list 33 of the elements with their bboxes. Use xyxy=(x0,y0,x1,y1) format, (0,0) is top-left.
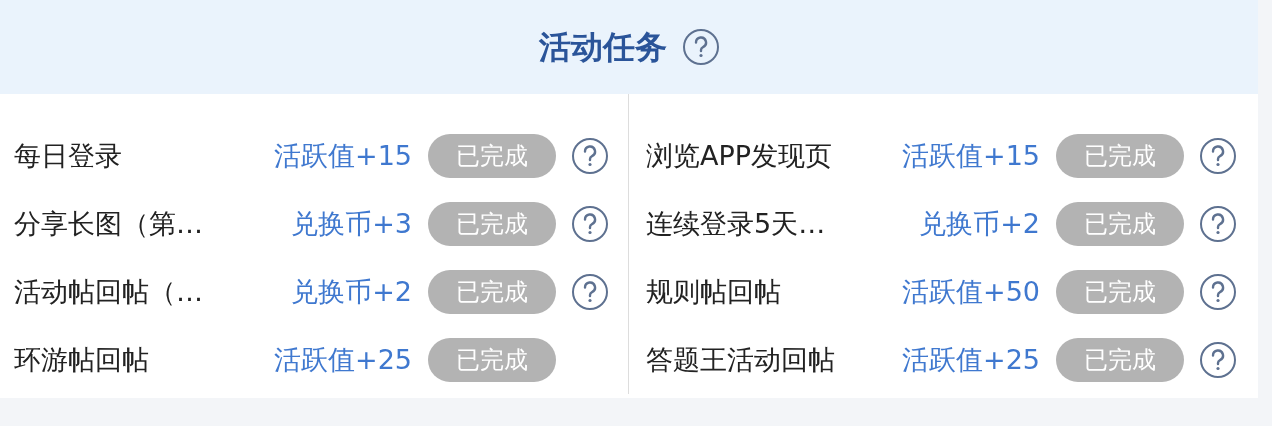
help-icon[interactable] xyxy=(572,274,608,310)
task-reward: 活跃值+25 xyxy=(274,342,412,377)
status-badge: 已完成 xyxy=(428,270,556,314)
help-icon[interactable] xyxy=(683,29,719,65)
help-icon[interactable] xyxy=(572,138,608,174)
status-badge: 已完成 xyxy=(1056,338,1184,382)
task-reward: 活跃值+15 xyxy=(902,138,1040,173)
help-icon[interactable] xyxy=(1200,138,1236,174)
task-name: 每日登录 xyxy=(14,138,123,173)
task-name: 答题王活动回帖 xyxy=(646,342,836,377)
task-reward: 活跃值+25 xyxy=(902,342,1040,377)
task-name: 环游帖回帖 xyxy=(14,342,150,377)
task-name: 分享长图（第… xyxy=(14,206,204,241)
status-badge: 已完成 xyxy=(428,134,556,178)
task-name: 连续登录5天… xyxy=(646,206,827,241)
help-icon[interactable] xyxy=(572,206,608,242)
status-badge: 已完成 xyxy=(428,202,556,246)
task-reward: 活跃值+50 xyxy=(902,274,1040,309)
task-reward: 兑换币+2 xyxy=(291,274,412,309)
status-badge: 已完成 xyxy=(428,338,556,382)
panel-title: 活动任务 xyxy=(539,27,667,68)
task-reward: 活跃值+15 xyxy=(274,138,412,173)
task-reward: 兑换币+2 xyxy=(919,206,1040,241)
task-name: 浏览APP发现页 xyxy=(646,138,834,173)
status-badge: 已完成 xyxy=(1056,202,1184,246)
task-name: 规则帖回帖 xyxy=(646,274,782,309)
task-name: 活动帖回帖（… xyxy=(14,274,204,309)
help-icon[interactable] xyxy=(1200,342,1236,378)
status-badge: 已完成 xyxy=(1056,270,1184,314)
help-icon[interactable] xyxy=(1200,274,1236,310)
task-reward: 兑换币+3 xyxy=(291,206,412,241)
status-badge: 已完成 xyxy=(1056,134,1184,178)
help-icon[interactable] xyxy=(1200,206,1236,242)
